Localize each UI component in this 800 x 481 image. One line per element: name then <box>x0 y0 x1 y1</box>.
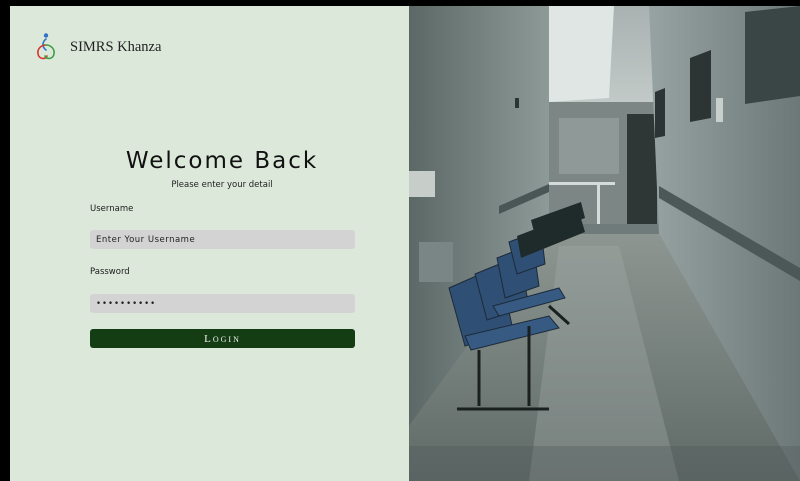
username-input[interactable] <box>90 230 355 249</box>
page-title: Welcome Back <box>125 148 319 174</box>
password-input[interactable] <box>90 294 355 313</box>
page-subtitle: Please enter your detail <box>171 180 273 190</box>
login-screen: SIMRS Khanza Welcome Back Please enter y… <box>0 0 800 481</box>
username-label: Username <box>90 204 134 214</box>
brand-header: SIMRS Khanza <box>34 32 161 62</box>
people-logo-icon <box>37 33 55 60</box>
password-label: Password <box>90 267 130 277</box>
login-panel: SIMRS Khanza Welcome Back Please enter y… <box>10 6 409 481</box>
login-button[interactable]: Login <box>90 329 355 348</box>
hospital-corridor-image <box>409 6 800 481</box>
brand-name: SIMRS Khanza <box>70 38 162 55</box>
